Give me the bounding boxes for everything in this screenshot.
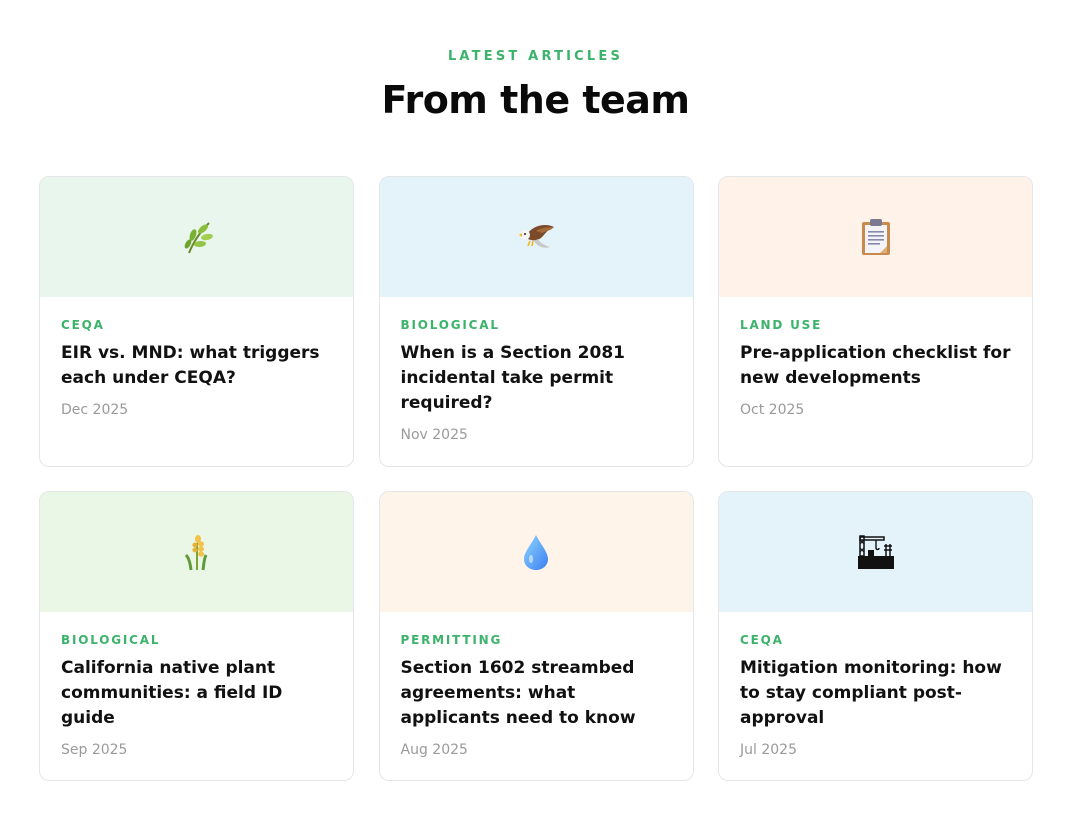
article-thumbnail xyxy=(379,492,693,612)
article-date: Nov 2025 xyxy=(400,427,468,443)
article-title[interactable]: Mitigation monitoring: how to stay compl… xyxy=(740,656,1011,731)
article-category: BIOLOGICAL xyxy=(61,633,161,647)
article-card-section-1602[interactable]: PERMITTING Section 1602 streambed agreem… xyxy=(378,491,694,781)
article-title[interactable]: When is a Section 2081 incidental take p… xyxy=(401,341,672,416)
article-date: Jul 2025 xyxy=(740,742,797,758)
article-category: CEQA xyxy=(740,633,784,647)
herb-icon xyxy=(184,222,213,254)
article-category: BIOLOGICAL xyxy=(400,318,500,332)
article-card-mitigation-monitoring[interactable]: CEQA Mitigation monitoring: how to stay … xyxy=(718,491,1033,781)
article-category: PERMITTING xyxy=(400,633,503,647)
article-thumbnail xyxy=(719,177,1032,297)
article-date: Aug 2025 xyxy=(400,742,468,758)
article-card-eir-vs-mnd[interactable]: CEQA EIR vs. MND: what triggers each und… xyxy=(39,176,354,467)
article-title[interactable]: EIR vs. MND: what triggers each under CE… xyxy=(61,341,332,391)
eagle-icon xyxy=(519,225,554,248)
article-card-pre-application-checklist[interactable]: LAND USE Pre-application checklist for n… xyxy=(718,176,1033,467)
section-eyebrow: LATEST ARTICLES xyxy=(447,49,624,64)
article-title[interactable]: California native plant communities: a f… xyxy=(61,656,332,731)
article-date: Dec 2025 xyxy=(61,402,129,418)
article-date: Sep 2025 xyxy=(61,742,128,758)
droplet-icon xyxy=(524,535,548,570)
article-card-section-2081[interactable]: BIOLOGICAL When is a Section 2081 incide… xyxy=(378,176,694,467)
article-thumbnail xyxy=(379,177,693,297)
sheaf-of-rice-icon xyxy=(184,535,207,571)
articles-grid: CEQA EIR vs. MND: what triggers each und… xyxy=(39,176,1033,781)
article-thumbnail xyxy=(40,492,353,612)
construction-site-icon xyxy=(857,535,894,569)
clipboard-icon xyxy=(861,219,890,255)
article-category: CEQA xyxy=(61,318,105,332)
section-title: From the team xyxy=(381,78,690,122)
article-thumbnail xyxy=(40,177,353,297)
article-date: Oct 2025 xyxy=(740,402,805,418)
article-thumbnail xyxy=(719,492,1032,612)
article-category: LAND USE xyxy=(740,318,823,332)
article-title[interactable]: Pre-application checklist for new develo… xyxy=(740,341,1011,391)
article-title[interactable]: Section 1602 streambed agreements: what … xyxy=(401,656,672,731)
article-card-native-plant-communities[interactable]: BIOLOGICAL California native plant commu… xyxy=(39,491,354,781)
